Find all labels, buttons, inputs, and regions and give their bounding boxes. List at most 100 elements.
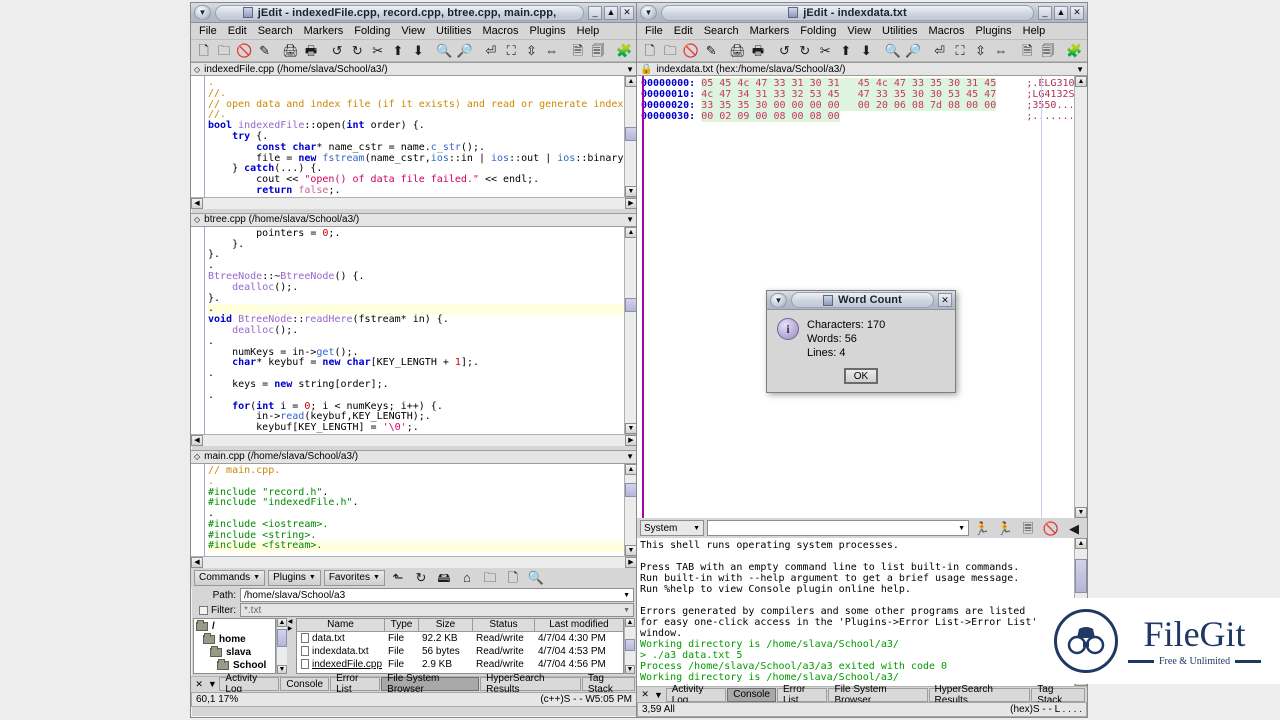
console-output[interactable]: This shell runs operating system process… bbox=[637, 538, 1074, 686]
print-icon[interactable]: 🖨 bbox=[281, 41, 300, 60]
editor-pane-btree[interactable]: pointers = 0;. }.}..BtreeNode::~BtreeNod… bbox=[191, 227, 624, 434]
macros-icon[interactable]: 🧩 bbox=[615, 41, 634, 60]
left-toolbar[interactable]: 🗋 🗀 🚫 ✎ 🖨 🖶 ↺ ↻ ✂ ⬆ ⬇ 🔍 🔎 ⏎ ⛶ ⇳ ⇔ 🗎 🗐 🧩 bbox=[191, 40, 637, 62]
dock-tab-console[interactable]: Console bbox=[727, 688, 776, 702]
table-row[interactable]: indexdata.txt File 56 bytes Read/write 4… bbox=[297, 645, 623, 658]
split-vertical-icon[interactable]: ⇔ bbox=[542, 41, 561, 60]
dock-menu-icon[interactable]: ▼ bbox=[206, 678, 218, 691]
command-input[interactable]: ▼ bbox=[707, 520, 969, 536]
word-count-dialog[interactable]: ▼ Word Count ✕ i Characters: 170 Words: … bbox=[766, 290, 956, 393]
save-file-icon[interactable]: ✎ bbox=[255, 41, 274, 60]
directory-tree[interactable]: / home slava School bbox=[193, 618, 276, 674]
scroll-up-icon[interactable]: ▲ bbox=[1075, 76, 1087, 87]
chevron-down-icon[interactable]: ▼ bbox=[623, 592, 630, 599]
console-toolbar[interactable]: System ▼ ▼ 🏃 🏃 🗏 🚫 ◀ bbox=[637, 518, 1087, 538]
close-dock-icon[interactable]: ✕ bbox=[639, 688, 651, 701]
page-setup-icon[interactable]: 🖶 bbox=[748, 41, 767, 60]
shell-selector[interactable]: System ▼ bbox=[640, 520, 704, 536]
dock-tab-console[interactable]: Console bbox=[280, 677, 329, 691]
favorites-button[interactable]: Favorites ▼ bbox=[324, 570, 385, 586]
hex-vertical-scrollbar[interactable]: ▲ ▼ bbox=[1074, 76, 1087, 518]
menu-plugins[interactable]: Plugins bbox=[971, 24, 1017, 38]
column-header-name[interactable]: Name bbox=[297, 619, 385, 631]
close-file-icon[interactable]: 🚫 bbox=[235, 41, 254, 60]
scroll-thumb[interactable] bbox=[1075, 559, 1087, 593]
scroll-up-icon[interactable]: ▲ bbox=[625, 618, 635, 627]
plugin-manager-icon[interactable]: 🗎 bbox=[568, 41, 587, 60]
chevron-down-icon[interactable]: ▼ bbox=[626, 215, 634, 224]
buffer-header-main[interactable]: ◇ main.cpp (/home/slava/School/a3/) ▼ bbox=[191, 450, 637, 464]
left-window-titlebar[interactable]: ▼ jEdit - indexedFile.cpp, record.cpp, b… bbox=[191, 3, 637, 23]
menu-help[interactable]: Help bbox=[1018, 24, 1051, 38]
window-menu-icon[interactable]: ▼ bbox=[194, 5, 211, 20]
column-header-size[interactable]: Size bbox=[419, 619, 473, 631]
dock-tab-error-list[interactable]: Error List bbox=[330, 677, 380, 691]
buffer-header-btree[interactable]: ◇ btree.cpp (/home/slava/School/a3/) ▼ bbox=[191, 213, 637, 227]
find-icon[interactable]: 🔍 bbox=[435, 41, 454, 60]
scroll-left-icon[interactable]: ◀ bbox=[191, 198, 203, 209]
open-file-icon[interactable]: 🗀 bbox=[214, 41, 233, 60]
page-setup-icon[interactable]: 🖶 bbox=[301, 41, 320, 60]
split-horizontal-icon[interactable]: ⇳ bbox=[522, 41, 541, 60]
path-input[interactable]: /home/slava/School/a3 ▼ bbox=[240, 588, 634, 602]
scroll-up-icon[interactable]: ▲ bbox=[1075, 538, 1087, 549]
dock-menu-icon[interactable]: ▼ bbox=[652, 688, 664, 701]
menu-view[interactable]: View bbox=[842, 24, 876, 38]
menu-utilities[interactable]: Utilities bbox=[877, 24, 922, 38]
clear-icon[interactable]: ◀ bbox=[1064, 519, 1084, 538]
filter-input[interactable]: *.txt ▼ bbox=[240, 603, 634, 617]
menu-search[interactable]: Search bbox=[253, 24, 298, 38]
path-row[interactable]: Path: /home/slava/School/a3 ▼ bbox=[191, 588, 637, 603]
dock-tab-tag-stack[interactable]: Tag Stack bbox=[582, 677, 635, 691]
scroll-left-icon[interactable]: ◀ bbox=[191, 435, 203, 446]
chevron-down-icon[interactable]: ▼ bbox=[626, 65, 634, 74]
right-dock-tabs[interactable]: ✕ ▼ Activity Log Console Error List File… bbox=[637, 686, 1087, 702]
open-file-icon[interactable]: 🗀 bbox=[660, 41, 679, 60]
global-options-icon[interactable]: 🗐 bbox=[588, 41, 607, 60]
file-list-table[interactable]: Name Type Size Status Last modified data… bbox=[296, 618, 624, 674]
macros-icon[interactable]: 🧩 bbox=[1064, 41, 1083, 60]
cut-icon[interactable]: ✂ bbox=[368, 41, 387, 60]
cut-icon[interactable]: ✂ bbox=[816, 41, 835, 60]
scroll-left-icon[interactable]: ◀ bbox=[191, 557, 203, 568]
pane0-horizontal-scrollbar[interactable]: ◀ ▶ bbox=[191, 197, 637, 209]
column-header-type[interactable]: Type bbox=[385, 619, 419, 631]
redo-icon[interactable]: ↻ bbox=[348, 41, 367, 60]
search-in-directory-icon[interactable]: 🔍 bbox=[526, 568, 546, 587]
print-icon[interactable]: 🖨 bbox=[728, 41, 747, 60]
splitter-left-icon[interactable]: ◀ bbox=[288, 618, 293, 625]
buffer-header-indexedfile[interactable]: ◇ indexedFile.cpp (/home/slava/School/a3… bbox=[191, 62, 637, 76]
menu-macros[interactable]: Macros bbox=[477, 24, 523, 38]
menu-edit[interactable]: Edit bbox=[669, 24, 698, 38]
table-row[interactable]: indexedFile.cpp File 2.9 KB Read/write 4… bbox=[297, 658, 623, 671]
menu-edit[interactable]: Edit bbox=[223, 24, 252, 38]
dialog-close-button[interactable]: ✕ bbox=[938, 293, 952, 307]
dock-tab-hypersearch-results[interactable]: HyperSearch Results bbox=[929, 688, 1031, 702]
reload-icon[interactable]: ↻ bbox=[411, 568, 431, 587]
menu-plugins[interactable]: Plugins bbox=[525, 24, 571, 38]
redo-icon[interactable]: ↻ bbox=[795, 41, 814, 60]
new-directory-icon[interactable]: 🗀 bbox=[480, 568, 500, 587]
filter-checkbox[interactable] bbox=[199, 606, 208, 615]
new-file-icon[interactable]: 🗋 bbox=[503, 568, 523, 587]
split-horizontal-icon[interactable]: ⇳ bbox=[971, 41, 990, 60]
close-dock-icon[interactable]: ✕ bbox=[193, 678, 205, 691]
plugin-manager-icon[interactable]: 🗎 bbox=[1018, 41, 1037, 60]
undo-icon[interactable]: ↺ bbox=[775, 41, 794, 60]
copy-icon[interactable]: ⬆ bbox=[836, 41, 855, 60]
jedit-main-window[interactable]: ▼ jEdit - indexedFile.cpp, record.cpp, b… bbox=[190, 2, 638, 718]
right-window-titlebar[interactable]: ▼ jEdit - indexdata.txt _ ▲ ✕ bbox=[637, 3, 1087, 23]
global-options-icon[interactable]: 🗐 bbox=[1038, 41, 1057, 60]
right-menubar[interactable]: File Edit Search Markers Folding View Ut… bbox=[637, 23, 1087, 40]
dock-tab-hypersearch-results[interactable]: HyperSearch Results bbox=[480, 677, 581, 691]
find-next-icon[interactable]: 🔎 bbox=[455, 41, 474, 60]
word-wrap-icon[interactable]: ⏎ bbox=[930, 41, 949, 60]
dock-tab-activity-log[interactable]: Activity Log bbox=[219, 677, 279, 691]
split-vertical-icon[interactable]: ⇔ bbox=[991, 41, 1010, 60]
minimize-button[interactable]: _ bbox=[588, 6, 602, 20]
splitter-handle[interactable]: ◀ ▶ bbox=[287, 618, 293, 674]
file-browser-toolbar[interactable]: Commands ▼ Plugins ▼ Favorites ▼ ⬑ ↻ 🖴 ⌂… bbox=[191, 568, 637, 588]
home-directory-icon[interactable]: ⌂ bbox=[457, 568, 477, 587]
maximize-button[interactable]: ▲ bbox=[604, 6, 618, 20]
scroll-down-icon[interactable]: ▼ bbox=[277, 665, 287, 674]
